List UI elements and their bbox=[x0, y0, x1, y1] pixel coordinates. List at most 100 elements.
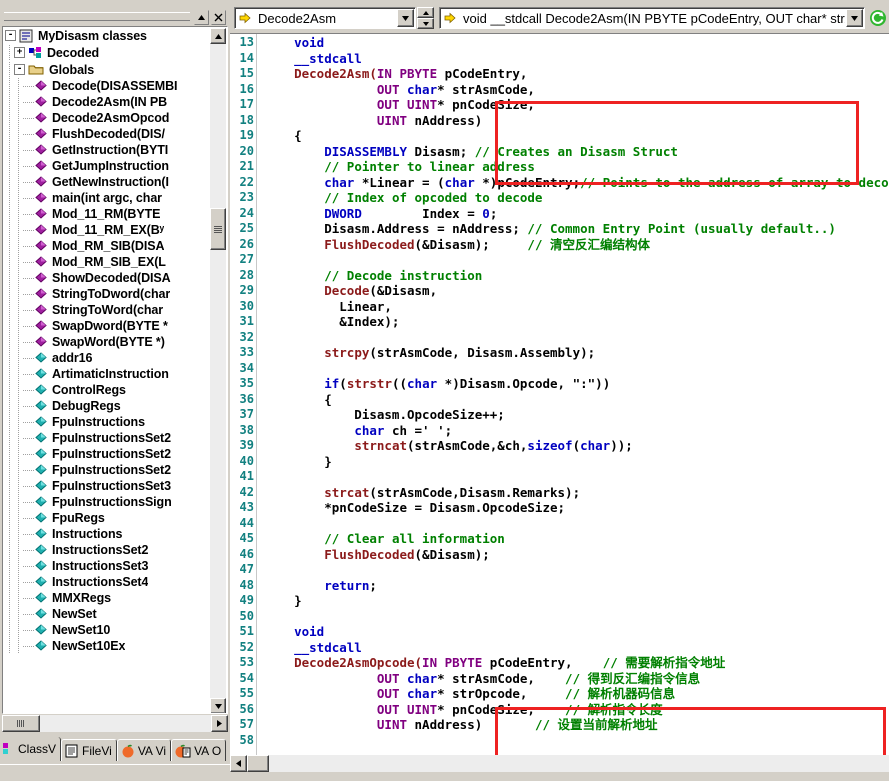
editor-horizontal-scrollbar[interactable] bbox=[230, 755, 889, 772]
code-line[interactable]: *pnCodeSize = Disasm.OpcodeSize; bbox=[264, 500, 889, 516]
panel-drag-grip[interactable] bbox=[4, 12, 190, 21]
code-line[interactable]: } bbox=[264, 593, 889, 609]
hscroll-thumb[interactable] bbox=[2, 714, 40, 732]
hscroll-track[interactable] bbox=[269, 755, 889, 772]
scroll-thumb[interactable] bbox=[210, 208, 226, 250]
tree-item-global[interactable]: main(int argc, char bbox=[3, 190, 212, 206]
code-line[interactable] bbox=[264, 361, 889, 377]
chevron-down-icon[interactable] bbox=[397, 9, 414, 27]
code-line[interactable]: Disasm.Address = nAddress; // Common Ent… bbox=[264, 221, 889, 237]
tree-item-global[interactable]: FpuInstructionsSet2 bbox=[3, 462, 212, 478]
tree-item-global[interactable]: InstructionsSet3 bbox=[3, 558, 212, 574]
tree-item-global[interactable]: FlushDecoded(DIS/ bbox=[3, 126, 212, 142]
tree-item-global[interactable]: FpuInstructionsSign bbox=[3, 494, 212, 510]
code-line[interactable]: // Clear all information bbox=[264, 531, 889, 547]
scroll-track[interactable] bbox=[210, 44, 226, 698]
code-line[interactable]: Decode2AsmOpcode(IN PBYTE pCodeEntry, //… bbox=[264, 655, 889, 671]
expander-icon[interactable]: - bbox=[5, 30, 16, 41]
code-line[interactable]: } bbox=[264, 454, 889, 470]
tree-item-global[interactable]: DebugRegs bbox=[3, 398, 212, 414]
code-line[interactable] bbox=[264, 330, 889, 346]
code-line[interactable]: UINT nAddress) bbox=[264, 113, 889, 129]
tree-item-global[interactable]: ArtimaticInstruction bbox=[3, 366, 212, 382]
classview-tree[interactable]: - MyDisasm classes + Decoded - Globals D… bbox=[2, 26, 228, 714]
spinner-down-button[interactable] bbox=[417, 18, 434, 29]
code-line[interactable]: strncat(strAsmCode,&ch,sizeof(char)); bbox=[264, 438, 889, 454]
code-line[interactable]: Linear, bbox=[264, 299, 889, 315]
tree-item-global[interactable]: Mod_11_RM_EX(Bʸ bbox=[3, 222, 212, 238]
code-line[interactable]: __stdcall bbox=[264, 640, 889, 656]
tree-item-global[interactable]: NewSet10 bbox=[3, 622, 212, 638]
tree-vertical-scrollbar[interactable] bbox=[210, 28, 226, 713]
code-line[interactable]: OUT UINT* pnCodeSize, // 解析指令长度 bbox=[264, 702, 889, 718]
hscroll-thumb[interactable] bbox=[247, 755, 269, 772]
tree-item-global[interactable]: NewSet10Ex bbox=[3, 638, 212, 654]
tree-item-global[interactable]: Mod_11_RM(BYTE bbox=[3, 206, 212, 222]
code-line[interactable] bbox=[264, 516, 889, 532]
code-line[interactable]: // Decode instruction bbox=[264, 268, 889, 284]
code-line[interactable]: OUT UINT* pnCodeSize, bbox=[264, 97, 889, 113]
panel-tab-classv[interactable]: ClassV bbox=[0, 737, 62, 761]
code-line[interactable]: OUT char* strAsmCode, bbox=[264, 82, 889, 98]
code-line[interactable] bbox=[264, 733, 889, 749]
tree-item-global[interactable]: Decode2AsmOpcod bbox=[3, 110, 212, 126]
tree-item-global[interactable]: StringToDword(char bbox=[3, 286, 212, 302]
code-line[interactable]: FlushDecoded(&Disasm); bbox=[264, 547, 889, 563]
code-editor[interactable]: 13 14 15 16 17 18 19 20 21 22 23 24 25 26 27 28 29 30 31 32… bbox=[230, 33, 889, 781]
code-line[interactable]: Decode(&Disasm, bbox=[264, 283, 889, 299]
code-line[interactable]: FlushDecoded(&Disasm); // 清空反汇编结构体 bbox=[264, 237, 889, 253]
code-line[interactable]: strcpy(strAsmCode, Disasm.Assembly); bbox=[264, 345, 889, 361]
code-line[interactable] bbox=[264, 609, 889, 625]
hscroll-right-button[interactable] bbox=[211, 714, 228, 732]
tree-item-global[interactable]: GetJumpInstruction bbox=[3, 158, 212, 174]
tree-item-root[interactable]: - MyDisasm classes bbox=[3, 27, 212, 44]
code-line[interactable]: if(strstr((char *)Disasm.Opcode, ":")) bbox=[264, 376, 889, 392]
code-line[interactable]: return; bbox=[264, 578, 889, 594]
tree-item-global[interactable]: Decode(DISASSEMBI bbox=[3, 78, 212, 94]
hscroll-track[interactable] bbox=[2, 714, 211, 732]
minimize-panel-button[interactable] bbox=[194, 10, 209, 25]
tree-item-globals[interactable]: - Globals bbox=[3, 61, 212, 78]
panel-tab-va-vi[interactable]: VA Vi bbox=[116, 739, 172, 761]
code-line[interactable]: // Index of opcoded to decode bbox=[264, 190, 889, 206]
code-line[interactable]: Decode2Asm(IN PBYTE pCodeEntry, bbox=[264, 66, 889, 82]
code-line[interactable]: OUT char* strOpcode, // 解析机器码信息 bbox=[264, 686, 889, 702]
scroll-up-button[interactable] bbox=[210, 28, 226, 44]
hscroll-left-button[interactable] bbox=[230, 755, 247, 772]
tree-item-global[interactable]: GetNewInstruction(I bbox=[3, 174, 212, 190]
code-text[interactable]: void __stdcall Decode2Asm(IN PBYTE pCode… bbox=[264, 34, 889, 762]
tree-item-global[interactable]: Mod_RM_SIB_EX(L bbox=[3, 254, 212, 270]
close-panel-button[interactable] bbox=[211, 10, 226, 25]
tree-item-global[interactable]: GetInstruction(BYTI bbox=[3, 142, 212, 158]
symbol-combo[interactable]: void __stdcall Decode2Asm(IN PBYTE pCode… bbox=[439, 7, 865, 29]
expander-icon[interactable]: - bbox=[14, 64, 25, 75]
code-line[interactable] bbox=[264, 562, 889, 578]
tree-item-global[interactable]: FpuInstructionsSet2 bbox=[3, 446, 212, 462]
selection-margin[interactable] bbox=[256, 34, 264, 762]
scope-spinner[interactable] bbox=[417, 7, 434, 29]
panel-tab-filevi[interactable]: FileVi bbox=[61, 739, 117, 761]
tree-item-global[interactable]: FpuRegs bbox=[3, 510, 212, 526]
tree-item-global[interactable]: MMXRegs bbox=[3, 590, 212, 606]
code-line[interactable]: { bbox=[264, 128, 889, 144]
tree-horizontal-scrollbar[interactable] bbox=[2, 714, 228, 732]
tree-item-global[interactable]: FpuInstructions bbox=[3, 414, 212, 430]
expander-icon[interactable]: + bbox=[14, 47, 25, 58]
tree-item-global[interactable]: SwapDword(BYTE * bbox=[3, 318, 212, 334]
code-line[interactable] bbox=[264, 469, 889, 485]
tree-item-global[interactable]: InstructionsSet2 bbox=[3, 542, 212, 558]
tree-item-global[interactable]: ControlRegs bbox=[3, 382, 212, 398]
code-line[interactable]: Disasm.OpcodeSize++; bbox=[264, 407, 889, 423]
va-refresh-button[interactable] bbox=[867, 7, 889, 29]
tree-item-global[interactable]: Mod_RM_SIB(DISA bbox=[3, 238, 212, 254]
tree-item-global[interactable]: FpuInstructionsSet2 bbox=[3, 430, 212, 446]
tree-item-decoded[interactable]: + Decoded bbox=[3, 44, 212, 61]
code-line[interactable]: // Pointer to linear address bbox=[264, 159, 889, 175]
tree-item-global[interactable]: FpuInstructionsSet3 bbox=[3, 478, 212, 494]
scroll-down-button[interactable] bbox=[210, 698, 226, 713]
tree-item-global[interactable]: addr16 bbox=[3, 350, 212, 366]
tree-item-global[interactable]: ShowDecoded(DISA bbox=[3, 270, 212, 286]
code-line[interactable] bbox=[264, 252, 889, 268]
code-line[interactable]: UINT nAddress) // 设置当前解析地址 bbox=[264, 717, 889, 733]
code-line[interactable]: __stdcall bbox=[264, 51, 889, 67]
